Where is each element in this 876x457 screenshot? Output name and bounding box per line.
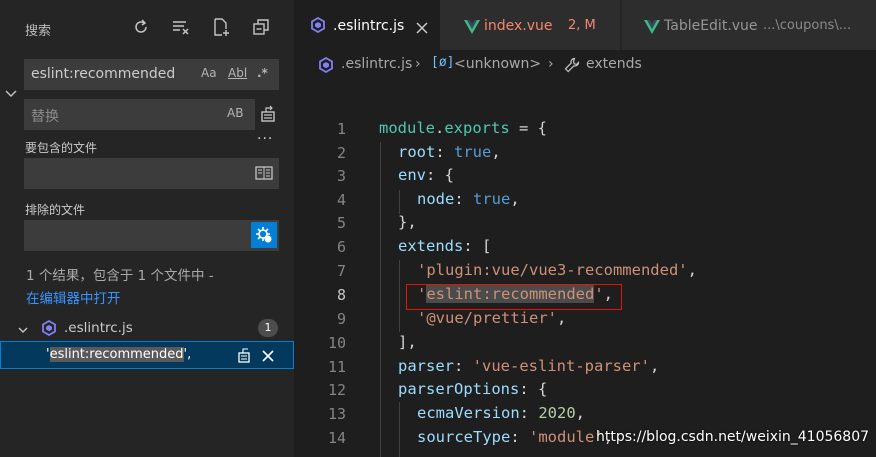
replace-placeholder: 替换 — [31, 109, 59, 125]
search-input[interactable]: eslint:recommended Aa Abl .* — [24, 59, 279, 90]
vue-file-icon — [464, 19, 480, 38]
tab-label: index.vue — [484, 18, 553, 34]
match-preview: 'eslint:recommended', — [46, 347, 192, 362]
editor-area: .eslintrc.js index.vue 2, M TableEdit.vu… — [294, 0, 876, 457]
result-file-name: .eslintrc.js — [64, 320, 133, 336]
clear-results-icon[interactable] — [170, 16, 192, 38]
eslint-file-icon — [310, 16, 326, 37]
exclude-files-input[interactable] — [24, 220, 279, 251]
line-number: 7 — [336, 262, 346, 280]
tab-tableedit-vue[interactable]: TableEdit.vue ...\coupons\... — [622, 0, 876, 50]
line-number: 3 — [336, 167, 346, 185]
match-whole-word-icon[interactable]: Abl — [228, 66, 247, 80]
dismiss-match-icon[interactable] — [261, 348, 275, 367]
preserve-case-icon[interactable]: AB — [227, 106, 243, 120]
indent-guide — [380, 142, 381, 457]
toggle-search-details-icon[interactable]: ··· — [257, 131, 273, 147]
git-status-badge: 2, M — [568, 18, 596, 33]
code-line: env: { — [398, 166, 454, 184]
breadcrumb: .eslintrc.js › [ø] <unknown> › extends — [294, 50, 876, 80]
line-number: 5 — [336, 214, 346, 232]
indent-guide — [399, 190, 400, 214]
vue-file-icon — [644, 19, 660, 38]
code-line: ecmaVersion: 2020, — [417, 404, 585, 422]
collapse-all-icon[interactable] — [250, 16, 272, 38]
chevron-right-icon: › — [548, 56, 554, 72]
replace-all-icon[interactable] — [257, 103, 279, 125]
search-panel-title: 搜索 — [25, 24, 52, 39]
search-panel: 搜索 eslint:recommended Aa Abl .* 替换 AB ··… — [0, 0, 294, 457]
book-icon[interactable] — [255, 165, 273, 185]
open-in-editor-link[interactable]: 在编辑器中打开 — [26, 287, 121, 307]
toggle-replace-chevron-icon[interactable] — [3, 86, 19, 106]
line-number: 11 — [327, 358, 346, 376]
line-number: 12 — [327, 381, 346, 399]
code-line: }, — [398, 213, 417, 231]
line-number: 1 — [336, 120, 346, 138]
code-line: parserOptions: { — [398, 380, 548, 398]
use-exclude-settings-icon[interactable] — [251, 222, 277, 248]
search-input-value: eslint:recommended — [31, 66, 176, 82]
chevron-right-icon: › — [415, 56, 421, 72]
annotation-box — [406, 284, 622, 310]
tab-label: .eslintrc.js — [333, 18, 405, 34]
result-count-badge: 1 — [258, 319, 278, 337]
module-symbol-icon: [ø] — [431, 55, 455, 70]
tab-path: ...\coupons\... — [763, 18, 852, 33]
code-line: module.exports = { — [379, 119, 547, 137]
result-match-row[interactable]: 'eslint:recommended', — [0, 341, 294, 369]
code-line: ], — [398, 333, 417, 351]
breadcrumb-scope[interactable]: <unknown> — [454, 56, 541, 72]
tab-eslintrc[interactable]: .eslintrc.js — [294, 0, 440, 50]
wrench-icon — [564, 57, 580, 77]
replace-input[interactable]: 替换 AB — [24, 99, 255, 130]
include-files-label: 要包含的文件 — [25, 141, 98, 155]
code-line: sourceType: 'module', — [417, 428, 613, 446]
match-highlight: eslint:recommended — [49, 347, 184, 362]
breadcrumb-symbol[interactable]: extends — [586, 56, 642, 72]
watermark: https://blog.csdn.net/weixin_41056807 — [596, 429, 870, 445]
eslint-file-icon — [318, 56, 334, 77]
close-tab-icon[interactable] — [416, 19, 428, 38]
code-line: 'plugin:vue/vue3-recommended', — [417, 261, 697, 279]
breadcrumb-file[interactable]: .eslintrc.js — [341, 56, 412, 72]
indent-guide — [399, 260, 400, 332]
tab-bar: .eslintrc.js index.vue 2, M TableEdit.vu… — [294, 0, 876, 50]
indent-guide — [399, 402, 400, 457]
eslint-file-icon — [41, 319, 57, 340]
code-line: node: true, — [417, 190, 520, 208]
code-line: extends: [ — [398, 237, 492, 255]
new-search-editor-icon[interactable] — [210, 16, 232, 38]
match-case-icon[interactable]: Aa — [201, 66, 217, 80]
use-regex-icon[interactable]: .* — [257, 66, 268, 80]
line-number: 10 — [327, 334, 346, 352]
code-line: '@vue/prettier', — [417, 309, 567, 327]
tab-index-vue[interactable]: index.vue 2, M — [440, 0, 621, 50]
result-file-row[interactable]: .eslintrc.js — [0, 316, 294, 340]
exclude-files-label: 排除的文件 — [25, 203, 86, 217]
results-summary: 1 个结果，包含于 1 个文件中 - — [26, 268, 214, 284]
line-number: 13 — [327, 405, 346, 423]
line-number: 4 — [336, 191, 346, 209]
line-number: 9 — [336, 310, 346, 328]
line-number-current: 8 — [336, 286, 346, 304]
line-number: 2 — [336, 144, 346, 162]
tab-label: TableEdit.vue — [664, 18, 758, 34]
replace-match-icon[interactable] — [237, 347, 251, 367]
line-number: 6 — [336, 238, 346, 256]
line-number: 14 — [327, 429, 346, 447]
include-files-input[interactable] — [24, 158, 279, 189]
code-line: parser: 'vue-eslint-parser', — [398, 357, 660, 375]
refresh-icon[interactable] — [130, 16, 152, 38]
code-line: root: true, — [398, 143, 501, 161]
chevron-down-icon[interactable] — [17, 321, 29, 340]
